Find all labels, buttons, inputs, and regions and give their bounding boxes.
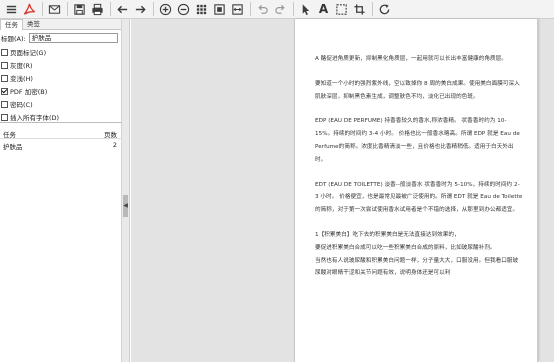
pointer-tool-icon[interactable] xyxy=(297,1,314,18)
paragraph: A 酪促进角质更新，抑制黑化角质层，一起用就可以长出丰富健康的角质层。 xyxy=(315,56,507,62)
toolbar-separator xyxy=(372,2,373,16)
title-label: 标题(A): xyxy=(1,35,26,43)
option-pdf-encrypt[interactable]: PDF 加密(B) xyxy=(1,86,47,96)
task-page-count: 2 xyxy=(112,141,117,149)
title-row: 标题(A): 护肤品 xyxy=(1,33,118,43)
toolbar: A xyxy=(0,0,554,19)
tab-labels[interactable]: 类签 xyxy=(23,19,44,29)
panel-divider xyxy=(0,122,122,123)
option-lighten[interactable]: 变浅(H) xyxy=(1,73,33,83)
refresh-icon[interactable] xyxy=(376,1,393,18)
option-label: PDF 加密(B) xyxy=(10,88,48,96)
save-icon[interactable] xyxy=(71,1,88,18)
panel-tabs: 任务 类签 xyxy=(0,19,121,30)
back-arrow-icon[interactable] xyxy=(114,1,131,18)
grid-view-icon[interactable] xyxy=(193,1,210,18)
paragraph: 要知道一个小时的强烈紫外线，空以致掉你 8 周的美白成果。使用美白面膜可深入肌肤… xyxy=(315,80,520,100)
grayscale-checkbox[interactable] xyxy=(1,61,8,69)
option-password[interactable]: 密码(C) xyxy=(1,99,33,109)
option-embed-fonts[interactable]: 插入所有字体(D) xyxy=(1,112,59,122)
paragraph: 1【积累美白】吃下去的积累美白是无法直接达到效果的， 要促进积累美白合成可以吃一… xyxy=(315,231,519,277)
zoom-out-icon[interactable] xyxy=(175,1,192,18)
document-viewer[interactable]: A 酪促进角质更新，抑制黑化角质层，一起用就可以长出丰富健康的角质层。 要知道一… xyxy=(131,19,554,362)
select-area-icon[interactable] xyxy=(333,1,350,18)
paragraph: EDT (EAU DE TOILETTE) 淡香--般淡香水 状香香时为 5-1… xyxy=(315,181,523,214)
option-label: 密码(C) xyxy=(10,101,33,109)
toolbar-separator xyxy=(153,2,154,16)
zoom-in-icon[interactable] xyxy=(157,1,174,18)
lighten-checkbox[interactable] xyxy=(1,74,8,82)
collapse-handle[interactable]: ◀ xyxy=(123,195,128,217)
pdf-icon[interactable] xyxy=(21,1,38,18)
pdf-encrypt-checkbox[interactable] xyxy=(1,87,8,95)
title-input[interactable]: 护肤品 xyxy=(28,33,118,43)
fit-page-icon[interactable] xyxy=(211,1,228,18)
paragraph: EDP (EAU DE PERFUME) 持香香较久的香水,称浓香精。 状香香时… xyxy=(315,118,520,163)
forward-arrow-icon[interactable] xyxy=(132,1,149,18)
email-icon[interactable] xyxy=(46,1,63,18)
redo-icon[interactable] xyxy=(272,1,289,18)
menu-icon[interactable] xyxy=(3,1,20,18)
tab-tasks[interactable]: 任务 xyxy=(0,19,23,30)
toolbar-separator xyxy=(110,2,111,16)
left-panel: 任务 类签 标题(A): 护肤品 页面标记(G) 灰度(R) 变浅(H) PDF… xyxy=(0,19,122,362)
option-label: 插入所有字体(D) xyxy=(10,114,60,122)
page-marks-checkbox[interactable] xyxy=(1,48,8,56)
password-checkbox[interactable] xyxy=(1,100,8,108)
text-tool-icon[interactable]: A xyxy=(315,1,332,18)
option-label: 页面标记(G) xyxy=(10,49,47,57)
option-grayscale[interactable]: 灰度(R) xyxy=(1,60,33,70)
panel-splitter[interactable]: ◀ xyxy=(122,19,130,362)
toolbar-separator xyxy=(67,2,68,16)
toolbar-separator xyxy=(293,2,294,16)
crop-icon[interactable] xyxy=(351,1,368,18)
embed-fonts-checkbox[interactable] xyxy=(1,113,8,121)
undo-icon[interactable] xyxy=(254,1,271,18)
fit-width-icon[interactable] xyxy=(229,1,246,18)
task-header-divider xyxy=(0,138,122,139)
option-label: 变浅(H) xyxy=(10,75,33,83)
print-icon[interactable] xyxy=(89,1,106,18)
toolbar-separator xyxy=(250,2,251,16)
task-row[interactable]: 护肤品 2 xyxy=(3,141,117,151)
option-label: 灰度(R) xyxy=(10,62,33,70)
collapse-arrow-icon: ◀ xyxy=(123,202,128,209)
document-page: A 酪促进角质更新，抑制黑化角质层，一起用就可以长出丰富健康的角质层。 要知道一… xyxy=(294,19,538,362)
toolbar-separator xyxy=(42,2,43,16)
option-page-marks[interactable]: 页面标记(G) xyxy=(1,47,46,57)
task-name: 护肤品 xyxy=(3,143,23,151)
